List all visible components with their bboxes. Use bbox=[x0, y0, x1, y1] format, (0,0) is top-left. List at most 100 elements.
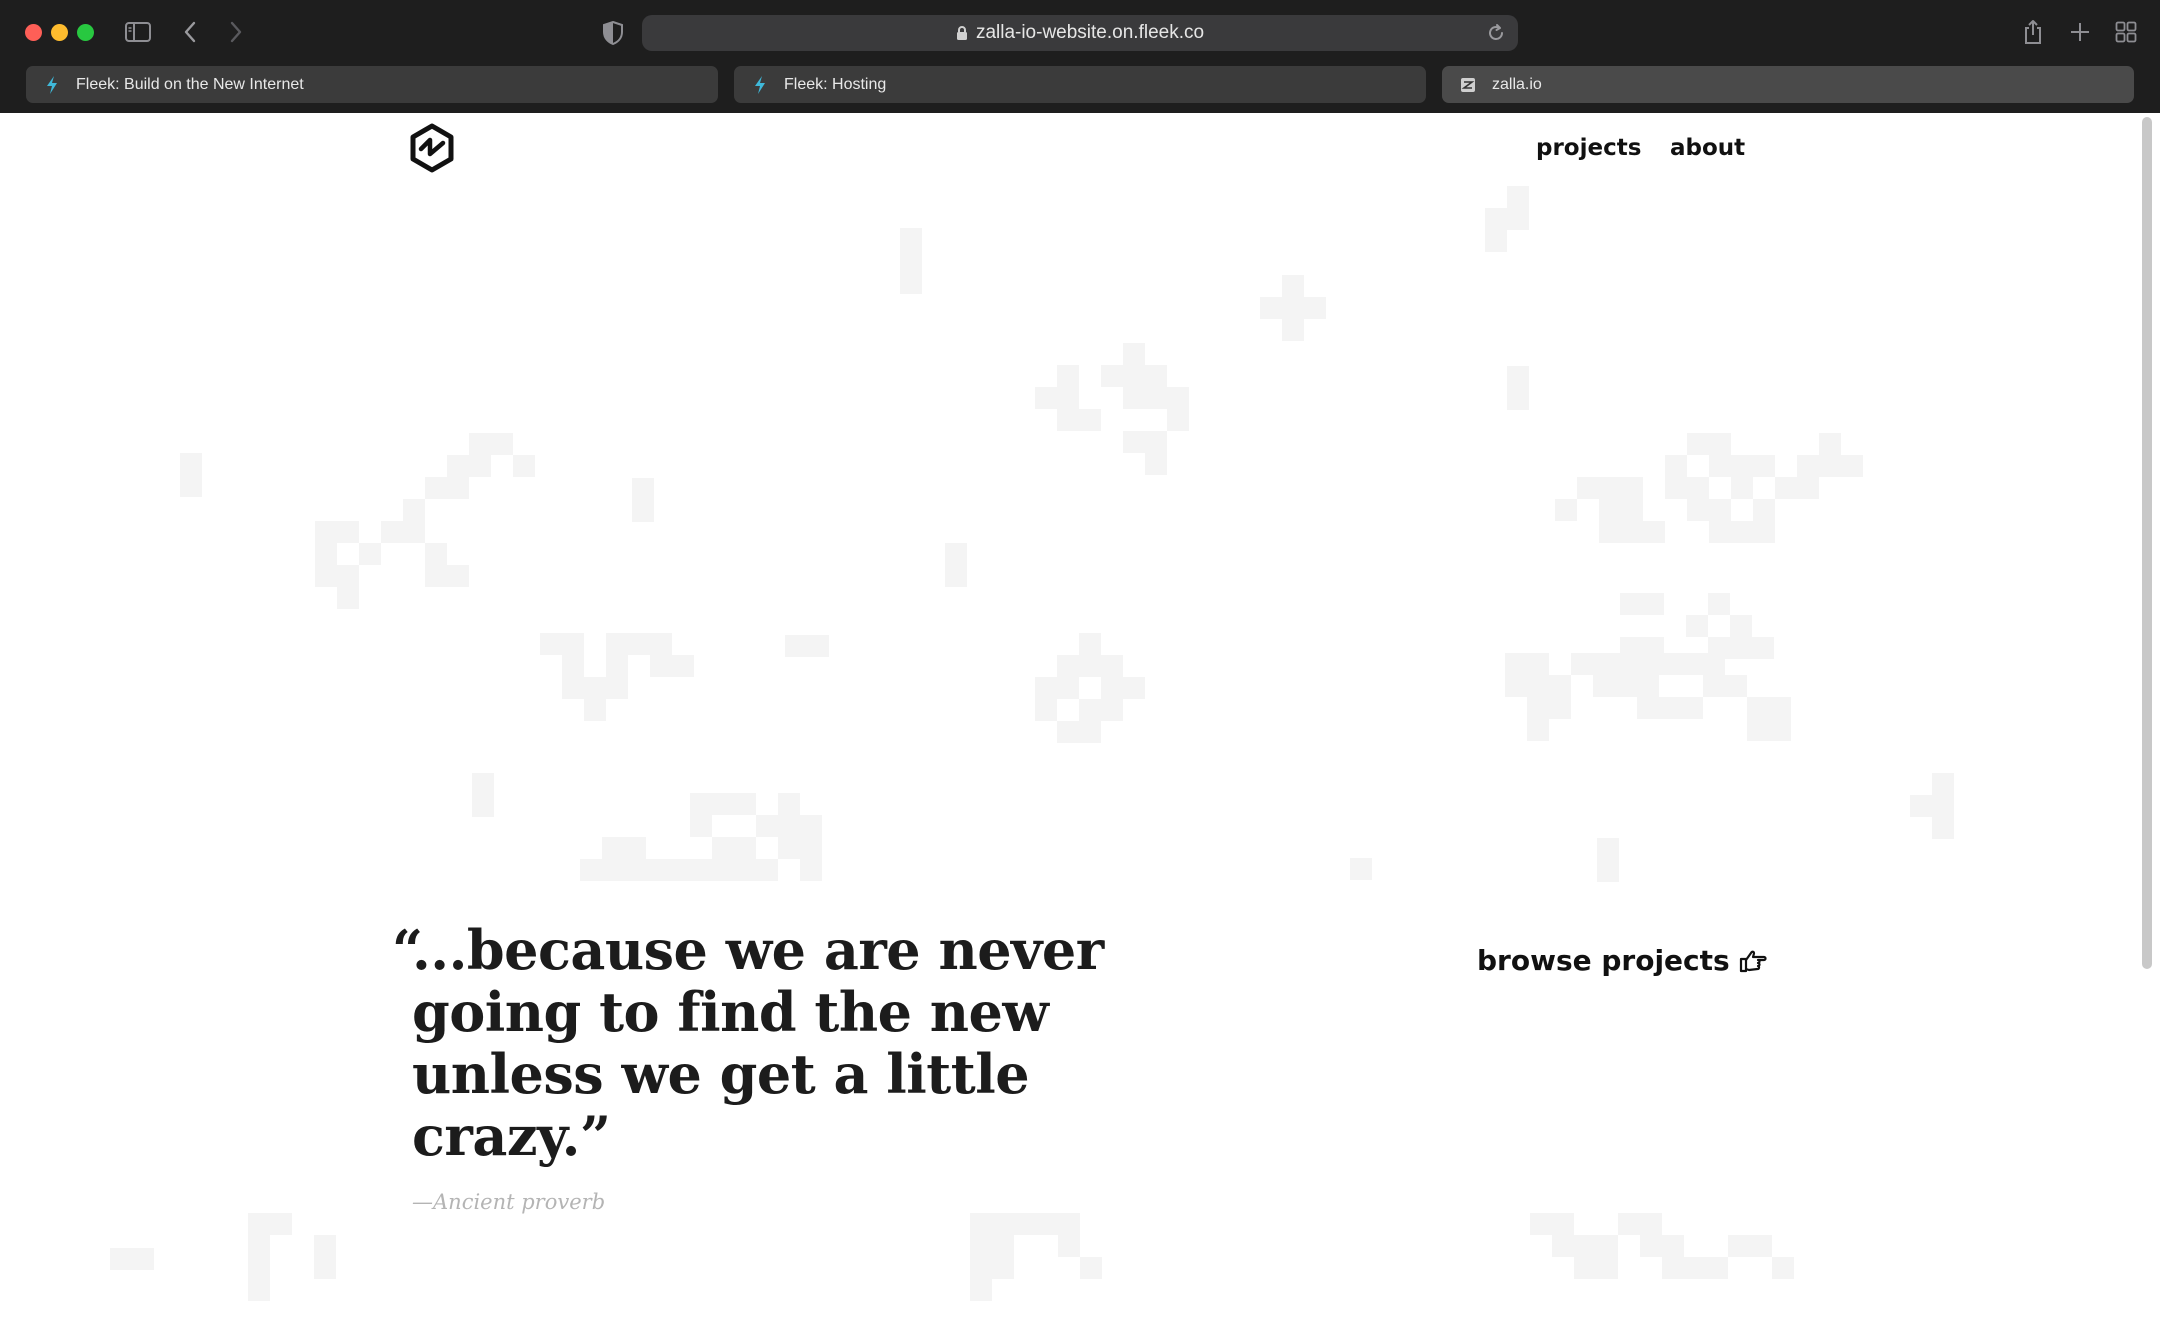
pixel-tile bbox=[1747, 697, 1769, 719]
forward-icon[interactable] bbox=[226, 20, 246, 44]
pixel-tile bbox=[1304, 297, 1326, 319]
pixel-tile bbox=[270, 1213, 292, 1235]
pixel-tile bbox=[491, 433, 513, 455]
pixel-tile bbox=[1775, 477, 1797, 499]
pixel-tile bbox=[1035, 677, 1057, 699]
pixel-tile bbox=[1730, 637, 1752, 659]
pixel-tile bbox=[1485, 208, 1507, 230]
maximize-window-button[interactable] bbox=[77, 24, 94, 41]
pixel-tile bbox=[945, 565, 967, 587]
pixel-tile bbox=[1709, 433, 1731, 455]
pixel-tile bbox=[403, 521, 425, 543]
pixel-tile bbox=[1753, 455, 1775, 477]
pixel-tile bbox=[1841, 455, 1863, 477]
pixel-tile bbox=[1058, 1235, 1080, 1257]
page-scrollbar[interactable] bbox=[2142, 117, 2152, 969]
pixel-tile bbox=[337, 565, 359, 587]
pixel-tile bbox=[1621, 499, 1643, 521]
pixel-tile bbox=[778, 815, 800, 837]
zalla-favicon bbox=[1458, 75, 1478, 95]
tab-zalla[interactable]: zalla.io bbox=[1442, 66, 2134, 103]
pixel-tile bbox=[1747, 719, 1769, 741]
minimize-window-button[interactable] bbox=[51, 24, 68, 41]
pixel-tile bbox=[1708, 593, 1730, 615]
share-icon[interactable] bbox=[2022, 18, 2044, 46]
pixel-tile bbox=[1659, 697, 1681, 719]
back-icon[interactable] bbox=[180, 20, 200, 44]
pixel-tile bbox=[1620, 593, 1642, 615]
tab-fleek-hosting[interactable]: Fleek: Hosting bbox=[734, 66, 1426, 103]
pixel-tile bbox=[1615, 675, 1637, 697]
pixel-tile bbox=[425, 543, 447, 565]
pixel-tile bbox=[632, 478, 654, 500]
pixel-tile bbox=[1621, 521, 1643, 543]
pixel-tile bbox=[1123, 677, 1145, 699]
reload-icon[interactable] bbox=[1486, 23, 1506, 49]
pixel-tile bbox=[1640, 1235, 1662, 1257]
pixel-tile bbox=[1665, 477, 1687, 499]
pixel-tile bbox=[970, 1257, 992, 1279]
nav-projects-link[interactable]: projects bbox=[1536, 135, 1641, 161]
privacy-shield-icon[interactable] bbox=[602, 20, 624, 46]
pixel-tile bbox=[632, 500, 654, 522]
nav-about-link[interactable]: about bbox=[1670, 135, 1745, 161]
tab-fleek-build[interactable]: Fleek: Build on the New Internet bbox=[26, 66, 718, 103]
pixel-tile bbox=[1618, 1213, 1640, 1235]
tab-overview-icon[interactable] bbox=[2114, 20, 2138, 44]
browse-projects-link[interactable]: browse projects bbox=[1477, 944, 1768, 977]
pixel-tile bbox=[1750, 1235, 1772, 1257]
pixel-tile bbox=[1615, 653, 1637, 675]
pixel-tile bbox=[315, 543, 337, 565]
pixel-tile bbox=[1753, 521, 1775, 543]
fleek-bolt-icon bbox=[42, 75, 62, 95]
pixel-tile bbox=[1703, 675, 1725, 697]
close-window-button[interactable] bbox=[25, 24, 42, 41]
pixel-tile bbox=[248, 1257, 270, 1279]
pixel-tile bbox=[785, 635, 807, 657]
pixel-tile bbox=[1057, 387, 1079, 409]
pixel-tile bbox=[900, 228, 922, 250]
tab-bar: Fleek: Build on the New Internet Fleek: … bbox=[0, 66, 2160, 113]
pixel-tile bbox=[1637, 653, 1659, 675]
pixel-tile bbox=[1057, 721, 1079, 743]
pixel-tile bbox=[1597, 860, 1619, 882]
sidebar-toggle-icon[interactable] bbox=[124, 20, 152, 44]
pixel-tile bbox=[1596, 1257, 1618, 1279]
pixel-tile bbox=[1527, 697, 1549, 719]
pixel-tile bbox=[1659, 653, 1681, 675]
pixel-tile bbox=[1686, 615, 1708, 637]
pixel-tile bbox=[1728, 1235, 1750, 1257]
pixel-tile bbox=[1730, 615, 1752, 637]
pixel-tile bbox=[1681, 653, 1703, 675]
pixel-tile bbox=[469, 433, 491, 455]
pixel-tile bbox=[447, 455, 469, 477]
pixel-tile bbox=[992, 1257, 1014, 1279]
pixel-tile bbox=[807, 635, 829, 657]
pixel-tile bbox=[1593, 675, 1615, 697]
pixel-tile bbox=[1507, 366, 1529, 388]
pixel-tile bbox=[1599, 477, 1621, 499]
pixel-tile bbox=[1599, 499, 1621, 521]
pixel-tile bbox=[650, 633, 672, 655]
pixel-tile bbox=[1596, 1235, 1618, 1257]
zalla-logo-icon[interactable] bbox=[409, 123, 455, 173]
pixel-tile bbox=[1145, 431, 1167, 453]
pixel-tile bbox=[1769, 719, 1791, 741]
pixel-tile bbox=[1709, 521, 1731, 543]
pixel-tile bbox=[690, 793, 712, 815]
pixel-tile bbox=[1555, 499, 1577, 521]
pixel-tile bbox=[1079, 699, 1101, 721]
address-bar[interactable]: zalla-io-website.on.fleek.co bbox=[642, 15, 1518, 51]
pixel-tile bbox=[970, 1235, 992, 1257]
pixel-tile bbox=[1687, 433, 1709, 455]
new-tab-icon[interactable] bbox=[2068, 20, 2092, 44]
pixel-tile bbox=[1058, 1213, 1080, 1235]
browser-chrome: zalla-io-website.on.fleek.co Fleek: Buil… bbox=[0, 0, 2160, 113]
pixel-tile bbox=[1527, 675, 1549, 697]
pixel-tile bbox=[1637, 697, 1659, 719]
pixel-tile bbox=[778, 793, 800, 815]
pixel-tile bbox=[650, 655, 672, 677]
pixel-tile bbox=[1145, 387, 1167, 409]
pixel-tile bbox=[1662, 1235, 1684, 1257]
pixel-tile bbox=[1123, 431, 1145, 453]
